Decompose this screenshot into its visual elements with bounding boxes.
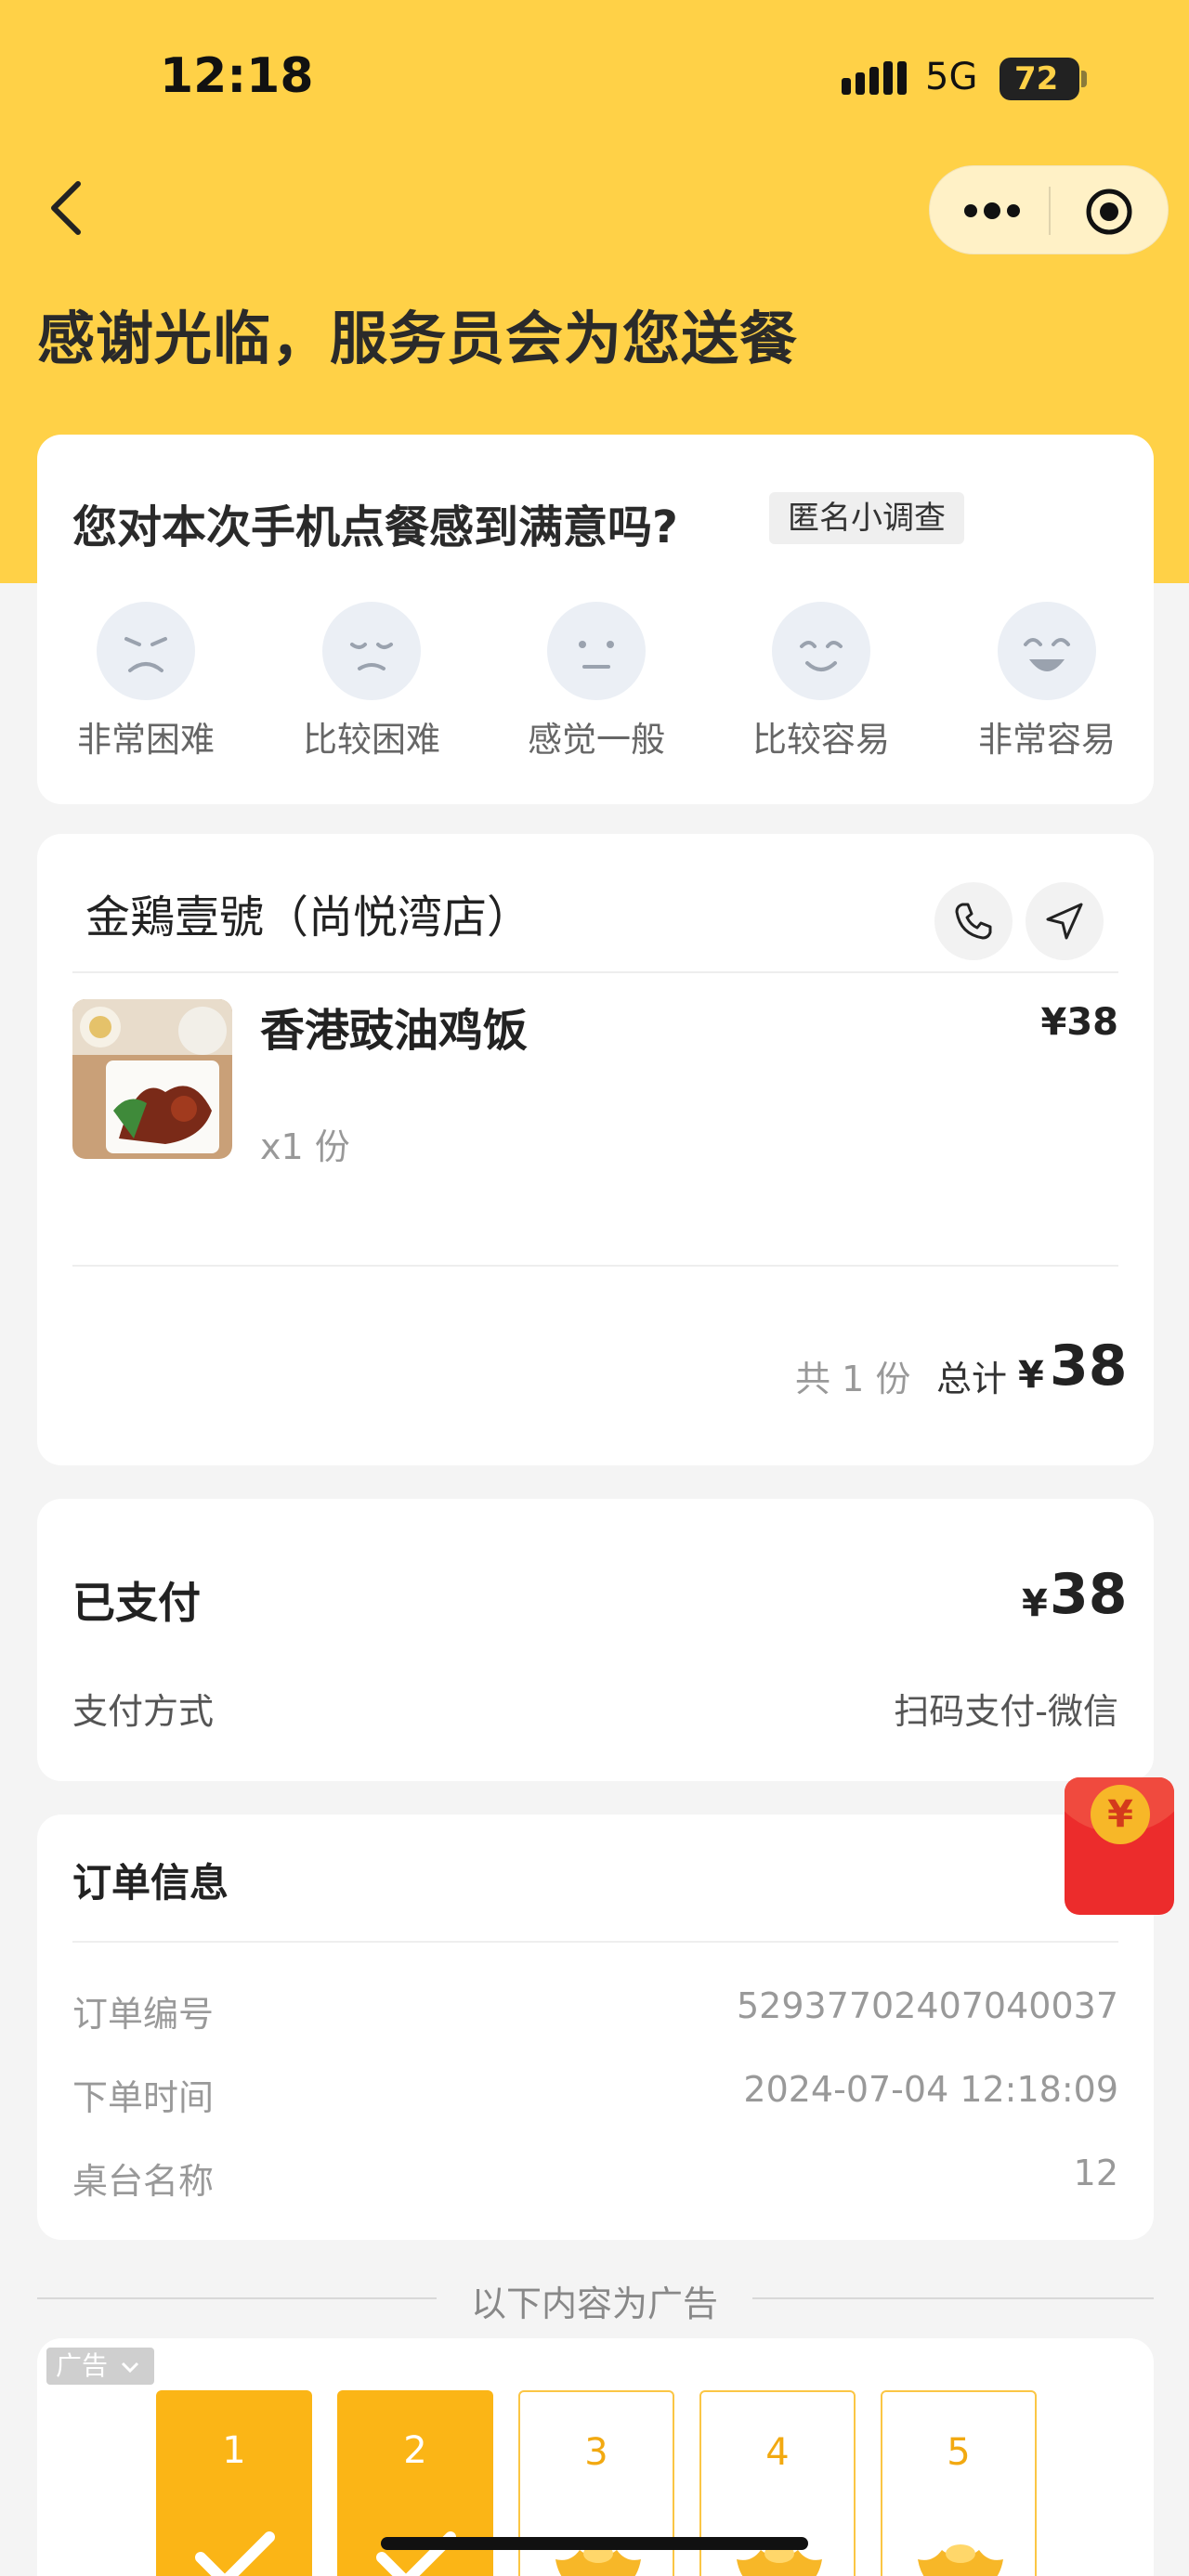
very-easy-face-icon[interactable] — [998, 602, 1096, 700]
navigate-store-button[interactable] — [1026, 882, 1104, 960]
divider — [72, 1265, 1118, 1267]
divider — [72, 1941, 1118, 1943]
ad-divider-label: 以下内容为广告 — [470, 2283, 718, 2324]
order-items-card: 金鶏壹號（尚悦湾店） 香港豉油鸡饭 ¥38 x1 份 共 1 份 总计 ¥ 38 — [37, 834, 1154, 1465]
dish-quantity: x1 份 — [260, 1126, 350, 1167]
table-name-label: 桌台名称 — [72, 2161, 215, 2202]
payment-currency: ¥ — [1022, 1582, 1048, 1625]
dish-price: ¥38 — [1040, 1001, 1119, 1044]
payment-status: 已支付 — [72, 1578, 201, 1628]
anonymous-survey-tag: 匿名小调查 — [769, 492, 964, 544]
easy-face-icon[interactable] — [772, 602, 870, 700]
survey-option-label[interactable]: 比较困难 — [288, 711, 455, 761]
page-title: 感谢光临，服务员会为您送餐 — [37, 305, 799, 372]
survey-option-label[interactable]: 非常困难 — [62, 711, 229, 761]
ad-step-number: 5 — [947, 2431, 971, 2474]
close-miniprogram-icon[interactable] — [1084, 187, 1134, 237]
ad-step[interactable]: 1 — [156, 2390, 312, 2576]
survey-question: 您对本次手机点餐感到满意吗? — [72, 501, 678, 553]
payment-method-value: 扫码支付-微信 — [894, 1691, 1118, 1732]
survey-option-label[interactable]: 感觉一般 — [513, 711, 680, 761]
survey-option-label[interactable]: 比较容易 — [738, 711, 905, 761]
home-indicator[interactable] — [381, 2537, 808, 2550]
total-currency: ¥ — [1018, 1354, 1044, 1397]
item-count: 共 1 份 — [795, 1359, 911, 1399]
neutral-face-icon[interactable] — [547, 602, 646, 700]
ad-step[interactable]: 5 — [881, 2390, 1037, 2576]
very-hard-face-icon[interactable] — [97, 602, 195, 700]
ad-step-number: 1 — [222, 2429, 246, 2472]
ad-step-number: 4 — [765, 2431, 790, 2474]
satisfaction-survey-card: 您对本次手机点餐感到满意吗? 匿名小调查 非常困难 比较困难 感觉一般 比较容易… — [37, 435, 1154, 804]
ad-step-number: 3 — [584, 2431, 608, 2474]
battery-icon: 72 — [1000, 58, 1087, 100]
gold-ingot-icon — [918, 2544, 1003, 2576]
payment-card: 已支付 ¥ 38 支付方式 扫码支付-微信 — [37, 1499, 1154, 1781]
checkmark-icon — [195, 2531, 275, 2576]
network-type: 5G — [925, 56, 978, 98]
divider — [72, 971, 1118, 973]
yuan-coin-icon: ¥ — [1091, 1785, 1150, 1844]
more-icon[interactable] — [961, 198, 1023, 224]
store-name: 金鶏壹號（尚悦湾店） — [85, 891, 532, 943]
back-arrow-icon[interactable] — [37, 171, 102, 245]
navigation-icon — [1046, 903, 1083, 940]
survey-option-label[interactable]: 非常容易 — [963, 711, 1130, 761]
payment-method-label: 支付方式 — [72, 1691, 215, 1732]
ad-tag[interactable]: 广告 — [46, 2348, 154, 2385]
total-amount: 38 — [1050, 1334, 1128, 1399]
call-store-button[interactable] — [934, 882, 1013, 960]
dish-name: 香港豉油鸡饭 — [260, 1005, 529, 1057]
order-time-value: 2024-07-04 12:18:09 — [743, 2069, 1118, 2110]
battery-level: 72 — [1014, 60, 1059, 98]
phone-icon — [955, 903, 992, 940]
chevron-down-icon — [121, 2361, 138, 2374]
signal-icon — [842, 61, 907, 95]
total-label: 总计 — [936, 1359, 1008, 1399]
hard-face-icon[interactable] — [322, 602, 421, 700]
ad-step-number: 2 — [403, 2429, 427, 2472]
red-packet-button[interactable]: ¥ — [1065, 1777, 1174, 1915]
order-info-card: 订单信息 订单编号 52937702407040037 下单时间 2024-07… — [37, 1815, 1154, 2240]
order-info-title: 订单信息 — [72, 1860, 229, 1906]
miniprogram-capsule — [929, 165, 1169, 254]
payment-amount: 38 — [1050, 1562, 1128, 1627]
table-name-value: 12 — [1073, 2153, 1118, 2193]
status-time: 12:18 — [160, 48, 314, 104]
order-number-label: 订单编号 — [72, 1994, 215, 2035]
order-number-value[interactable]: 52937702407040037 — [737, 1985, 1118, 2026]
dish-image — [72, 999, 232, 1159]
order-time-label: 下单时间 — [72, 2077, 215, 2118]
ad-tag-label: 广告 — [56, 2350, 109, 2381]
